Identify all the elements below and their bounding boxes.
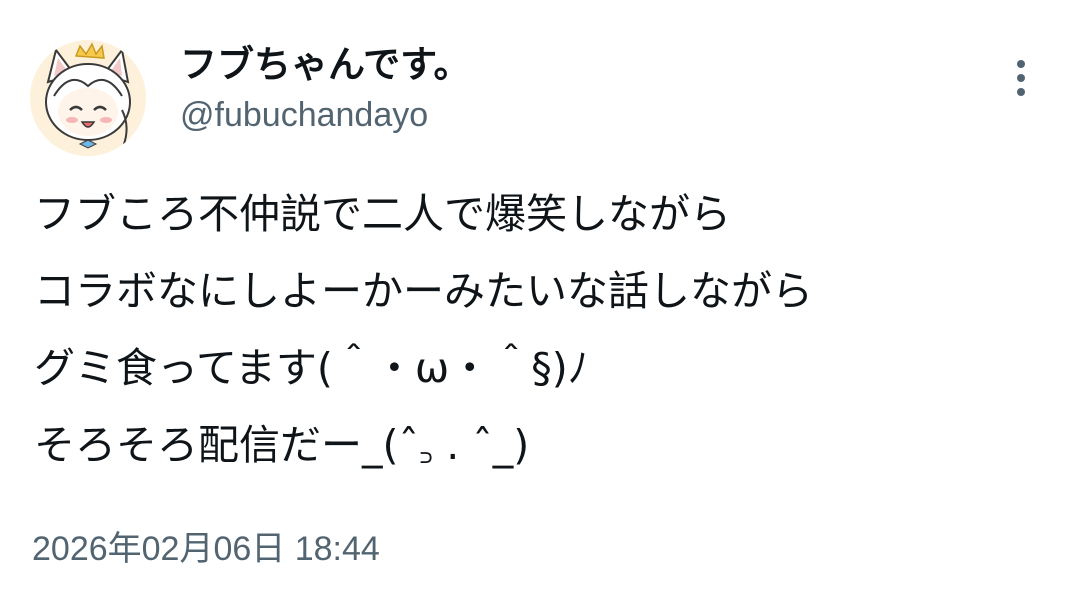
tweet-text-line: フブころ不仲説で二人で爆笑しながら (34, 190, 731, 238)
avatar-icon (30, 40, 146, 156)
tweet-text: フブころ不仲説で二人で爆笑しながら コラボなにしよーかーみたいな話しながら グミ… (34, 176, 1044, 484)
author-handle[interactable]: @fubuchandayo (180, 92, 428, 138)
tweet-text-line: コラボなにしよーかーみたいな話しながら (34, 267, 813, 315)
tweet-timestamp[interactable]: 2026年02月06日 18:44 (32, 524, 380, 574)
author-display-name[interactable]: フブちゃんです。 (180, 40, 470, 90)
tweet-text-line: そろそろ配信だー_(ˆ꜆ . ˆ_) (34, 421, 530, 469)
tweet-card: フブちゃんです。 @fubuchandayo フブころ不仲説で二人で爆笑しながら… (0, 0, 1074, 592)
avatar[interactable] (30, 40, 146, 156)
tweet-text-line: グミ食ってます(＾・ω・＾§)ﾉ (34, 344, 589, 392)
more-vertical-icon[interactable] (1006, 58, 1036, 98)
